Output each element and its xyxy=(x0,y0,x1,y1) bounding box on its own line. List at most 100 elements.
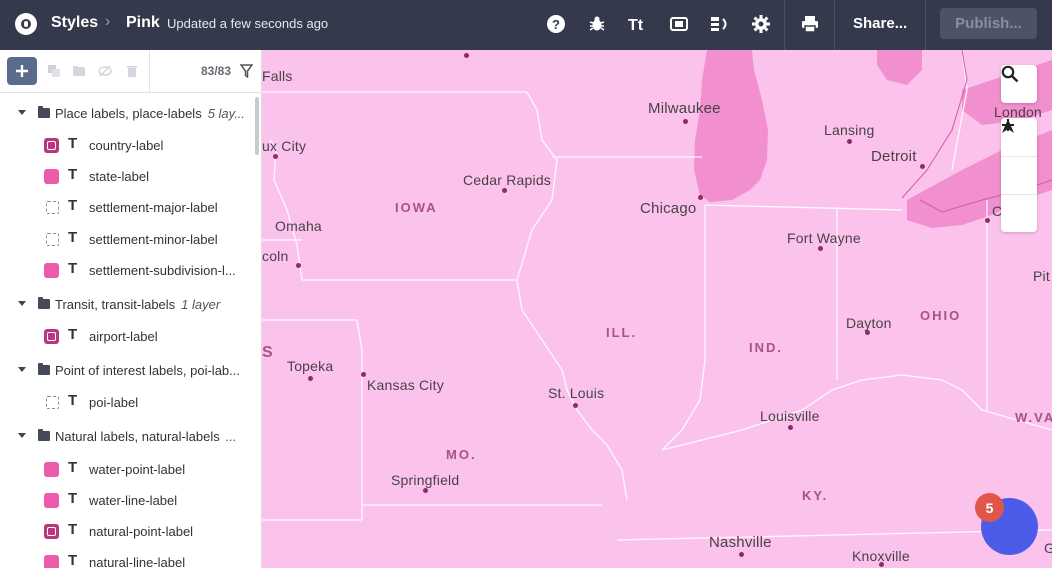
city-label: Milwaukee xyxy=(648,100,721,117)
zoom-out-button[interactable] xyxy=(1001,124,1037,194)
layer-row-settlement-major-label[interactable]: T settlement-major-label xyxy=(0,192,255,222)
publish-button[interactable]: Publish... xyxy=(940,8,1037,39)
compass-button[interactable] xyxy=(1001,119,1037,232)
layer-group-natural-labels[interactable]: Natural labels, natural-labels... xyxy=(0,422,255,452)
city-label: coln xyxy=(262,248,289,264)
layer-row-water-point-label[interactable]: T water-point-label xyxy=(0,454,255,484)
group-layer-count: 1 layer xyxy=(181,297,221,312)
city-label: St. Louis xyxy=(548,385,605,401)
layer-count: 83/83 xyxy=(201,64,232,78)
border-in-mi xyxy=(704,204,903,211)
layer-row-settlement-minor-label[interactable]: T settlement-minor-label xyxy=(0,224,255,254)
city-dot xyxy=(361,372,366,377)
map-zoom-control xyxy=(1001,118,1037,232)
top-bar: Styles › Pink Updated a few seconds ago … xyxy=(0,0,1052,50)
city-label: Dayton xyxy=(846,315,892,331)
city-dot xyxy=(698,195,703,200)
border-kansas-mo xyxy=(262,319,363,520)
city-dot xyxy=(788,425,793,430)
group-name: Natural labels, natural-labels xyxy=(55,429,220,444)
city-dot xyxy=(273,154,278,159)
duplicate-icon[interactable] xyxy=(47,64,61,78)
layer-name: country-label xyxy=(89,138,164,153)
text-layer-icon: T xyxy=(68,197,78,214)
filter-icon[interactable] xyxy=(240,64,253,78)
typography-icon[interactable]: Tt xyxy=(626,12,650,36)
city-label: Falls xyxy=(262,68,293,84)
settings-icon[interactable] xyxy=(749,12,773,36)
state-label: OHIO xyxy=(920,308,962,323)
city-dot xyxy=(423,488,428,493)
layer-name: water-point-label xyxy=(89,462,186,477)
collapse-caret-icon[interactable] xyxy=(18,301,26,306)
collapse-caret-icon[interactable] xyxy=(18,367,26,372)
print-icon[interactable] xyxy=(798,12,822,36)
search-button[interactable] xyxy=(1001,65,1037,103)
group-layer-count: ... xyxy=(225,429,237,444)
city-label: Chicago xyxy=(640,200,697,217)
layer-group-transit-labels[interactable]: Transit, transit-labels 1 layer xyxy=(0,290,255,320)
city-label: Pit xyxy=(1033,268,1050,284)
text-layer-icon: T xyxy=(68,521,78,538)
layer-name: water-line-label xyxy=(89,493,178,508)
breadcrumb-chevron-icon: › xyxy=(105,13,111,30)
text-layer-icon: T xyxy=(68,135,78,152)
layer-name: natural-point-label xyxy=(89,524,194,539)
collapse-caret-icon[interactable] xyxy=(18,433,26,438)
layer-row-natural-point-label[interactable]: T natural-point-label xyxy=(0,516,255,546)
layout-icon[interactable] xyxy=(708,12,732,36)
image-icon[interactable] xyxy=(667,12,691,36)
city-label: ux City xyxy=(262,138,307,154)
group-name: Transit, transit-labels xyxy=(55,297,176,312)
layer-row-water-line-label[interactable]: T water-line-label xyxy=(0,485,255,515)
layers-scrollbar[interactable] xyxy=(255,97,259,155)
symbol-swatch-icon xyxy=(44,524,59,539)
layer-group-place-labels[interactable]: Place labels, place-labels 5 lay... xyxy=(0,99,255,129)
city-label: Detroit xyxy=(871,148,917,165)
toolbar-divider xyxy=(784,0,785,50)
delete-icon[interactable] xyxy=(125,64,139,78)
group-name: Place labels, place-labels xyxy=(55,106,202,121)
toolbar-divider xyxy=(149,50,150,93)
state-label: KY. xyxy=(802,488,829,503)
layer-row-country-label[interactable]: T country-label xyxy=(0,130,255,160)
city-label: Knoxville xyxy=(852,548,910,564)
city-dot xyxy=(573,403,578,408)
great-lakes-east xyxy=(877,50,922,85)
layer-row-natural-line-label[interactable]: T natural-line-label xyxy=(0,547,255,568)
empty-swatch-icon xyxy=(46,233,59,246)
layer-group-poi-labels[interactable]: Point of interest labels, poi-lab... xyxy=(0,356,255,386)
search-icon xyxy=(1001,65,1019,83)
layer-row-poi-label[interactable]: T poi-label xyxy=(0,387,255,417)
color-swatch-icon xyxy=(44,263,59,278)
mapbox-logo-icon[interactable] xyxy=(15,13,37,35)
hide-layer-icon[interactable] xyxy=(98,64,112,78)
layer-row-airport-label[interactable]: T airport-label xyxy=(0,321,255,351)
layers-panel: 83/83 Place labels, place-labels 5 lay...… xyxy=(0,50,262,568)
bug-icon[interactable] xyxy=(585,12,609,36)
collapse-caret-icon[interactable] xyxy=(18,110,26,115)
layer-row-settlement-subdivision-label[interactable]: T settlement-subdivision-l... xyxy=(0,255,255,285)
layer-name: settlement-minor-label xyxy=(89,232,218,247)
text-layer-icon: T xyxy=(68,326,78,343)
add-layer-button[interactable] xyxy=(7,57,37,85)
state-label: MO. xyxy=(446,447,477,462)
city-dot xyxy=(818,246,823,251)
layer-row-state-label[interactable]: T state-label xyxy=(0,161,255,191)
breadcrumb-style-name[interactable]: Pink xyxy=(126,14,160,32)
layer-name: airport-label xyxy=(89,329,158,344)
breadcrumb-styles[interactable]: Styles xyxy=(51,14,98,32)
symbol-swatch-icon xyxy=(44,329,59,344)
share-button[interactable]: Share... xyxy=(853,15,907,32)
city-dot xyxy=(464,53,469,58)
notification-count-badge: 5 xyxy=(975,493,1004,522)
group-folder-icon[interactable] xyxy=(72,64,86,78)
help-icon[interactable]: ? xyxy=(544,12,568,36)
city-label: Lansing xyxy=(824,122,875,138)
map-canvas[interactable]: IOWA ILL. IND. OHIO S MO. KY. W.VA Falls… xyxy=(262,50,1052,568)
city-dot xyxy=(985,218,990,223)
svg-text:?: ? xyxy=(552,17,560,32)
map-search-control xyxy=(1001,65,1037,103)
group-layer-count: 5 lay... xyxy=(207,106,246,121)
layers-toolbar: 83/83 xyxy=(0,50,261,93)
